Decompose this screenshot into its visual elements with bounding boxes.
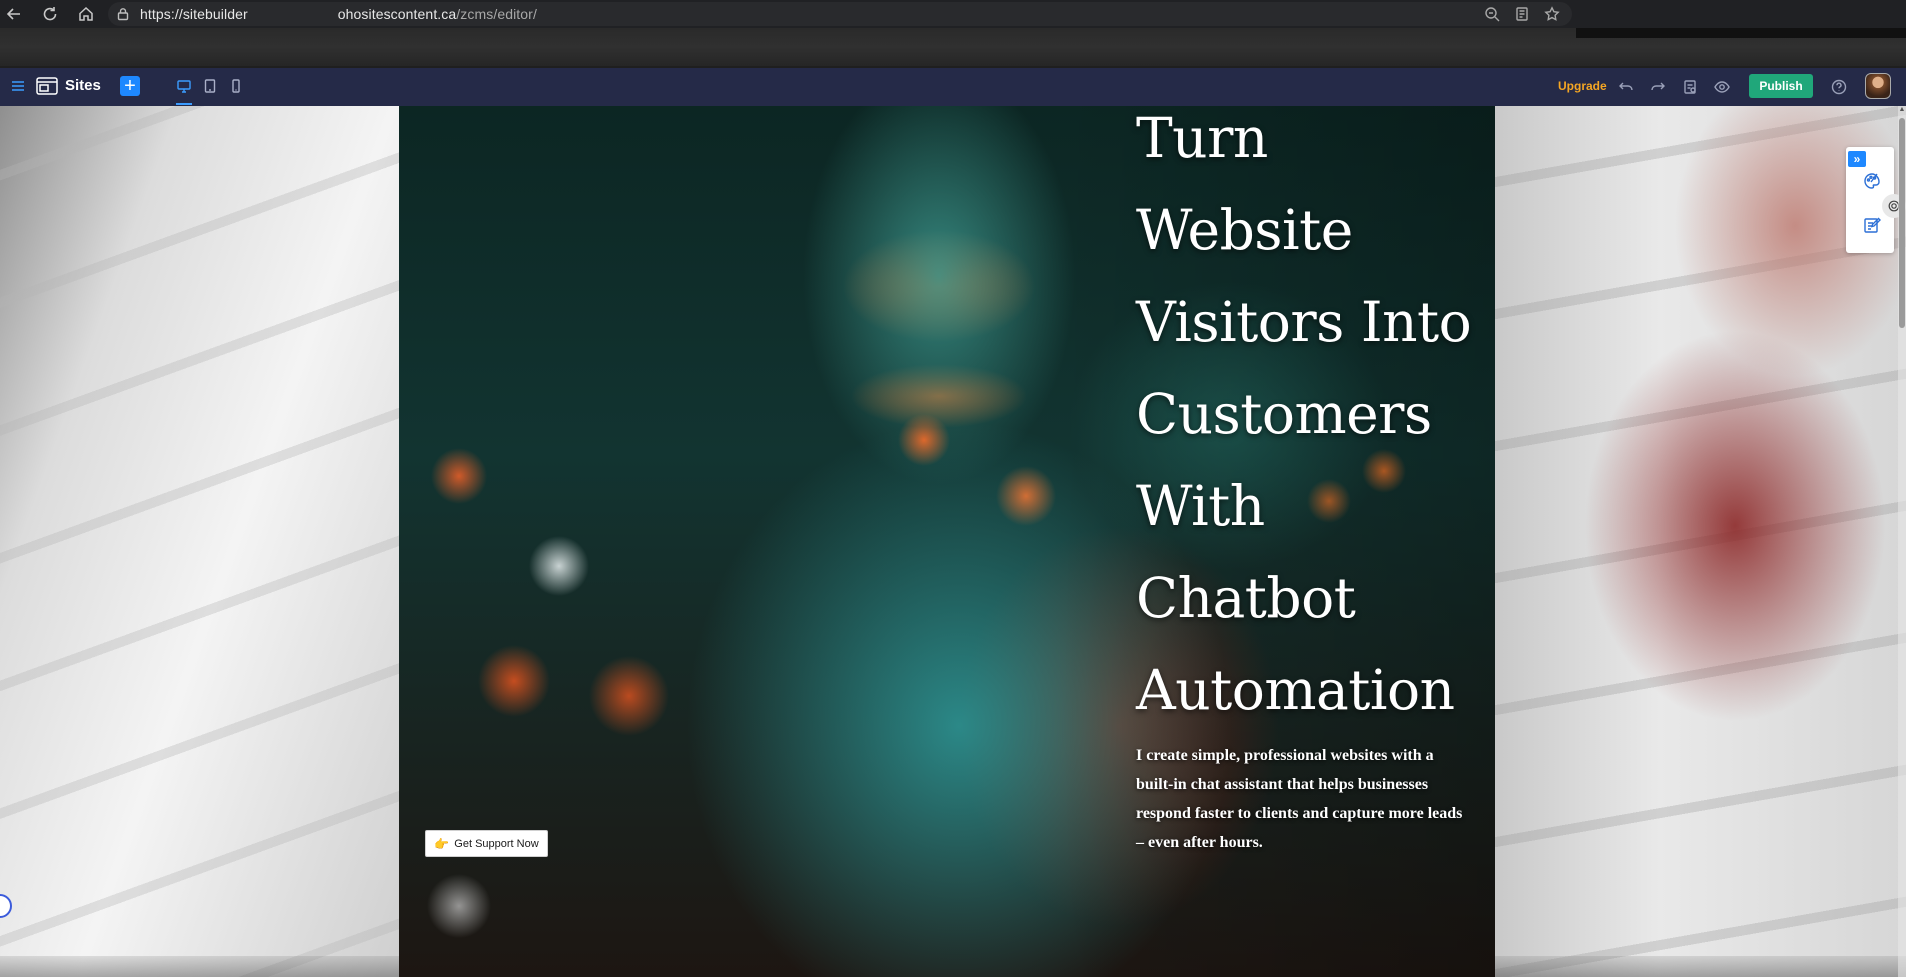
back-arrow-icon[interactable] bbox=[0, 0, 28, 28]
background-image-left bbox=[0, 106, 399, 977]
sites-icon bbox=[36, 77, 58, 95]
avatar[interactable] bbox=[1865, 73, 1891, 99]
sites-label[interactable]: Sites bbox=[65, 77, 101, 94]
reader-mode-icon[interactable] bbox=[1514, 6, 1530, 22]
hamburger-menu-icon[interactable] bbox=[10, 78, 26, 94]
editor-canvas bbox=[0, 106, 1906, 977]
page-settings-icon[interactable] bbox=[1682, 79, 1698, 95]
headline-line: Customers bbox=[1136, 382, 1432, 446]
active-device-indicator bbox=[176, 103, 192, 105]
desktop-view-icon[interactable] bbox=[176, 78, 192, 94]
zoom-icon[interactable] bbox=[1484, 6, 1500, 22]
scroll-up-icon[interactable]: ▲ bbox=[1898, 106, 1906, 116]
hero-subtext[interactable]: I create simple, professional websites w… bbox=[1136, 741, 1466, 857]
get-support-button[interactable]: 👉 Get Support Now bbox=[425, 830, 548, 857]
headline-line: Turn bbox=[1136, 106, 1268, 170]
reload-icon[interactable] bbox=[36, 0, 64, 28]
bookmark-star-icon[interactable] bbox=[1544, 6, 1560, 22]
publish-button[interactable]: Publish bbox=[1749, 74, 1813, 98]
headline-line: Website bbox=[1136, 198, 1353, 262]
headline-line: With bbox=[1136, 474, 1265, 538]
editor-toolbar: Sites + Upgrade Publish bbox=[0, 68, 1906, 106]
browser-toolbar: https://sitebuilder ohositescontent.ca/zc… bbox=[0, 0, 1906, 28]
pointing-hand-icon: 👉 bbox=[434, 836, 450, 851]
scrollbar-thumb[interactable] bbox=[1899, 118, 1905, 328]
lock-icon bbox=[117, 8, 129, 21]
mobile-view-icon[interactable] bbox=[228, 78, 244, 94]
preview-eye-icon[interactable] bbox=[1714, 79, 1730, 95]
design-palette-icon[interactable] bbox=[1862, 171, 1882, 191]
headline-line: Visitors Into bbox=[1136, 290, 1472, 354]
headline-line: Automation bbox=[1136, 658, 1455, 722]
bookmarks-bar bbox=[0, 28, 1906, 66]
background-image-right bbox=[1495, 106, 1906, 977]
collapse-panel-button[interactable]: » bbox=[1848, 151, 1866, 167]
help-icon[interactable] bbox=[1831, 79, 1847, 95]
plus-icon: + bbox=[124, 75, 136, 97]
add-button[interactable]: + bbox=[120, 76, 140, 96]
address-bar[interactable]: https://sitebuilder ohositescontent.ca/zc… bbox=[108, 2, 1572, 26]
redo-icon[interactable] bbox=[1650, 79, 1666, 95]
tablet-view-icon[interactable] bbox=[202, 78, 218, 94]
upgrade-link[interactable]: Upgrade bbox=[1558, 79, 1607, 93]
headline-line: Chatbot bbox=[1136, 566, 1356, 630]
home-icon[interactable] bbox=[72, 0, 100, 28]
url-text: https://sitebuilder ohositescontent.ca/zc… bbox=[140, 6, 537, 22]
edit-content-icon[interactable] bbox=[1862, 215, 1882, 235]
hero-headline[interactable]: Turn Website Visitors Into Customers Wit… bbox=[1136, 92, 1496, 736]
undo-icon[interactable] bbox=[1618, 79, 1634, 95]
get-support-label: Get Support Now bbox=[454, 837, 539, 850]
